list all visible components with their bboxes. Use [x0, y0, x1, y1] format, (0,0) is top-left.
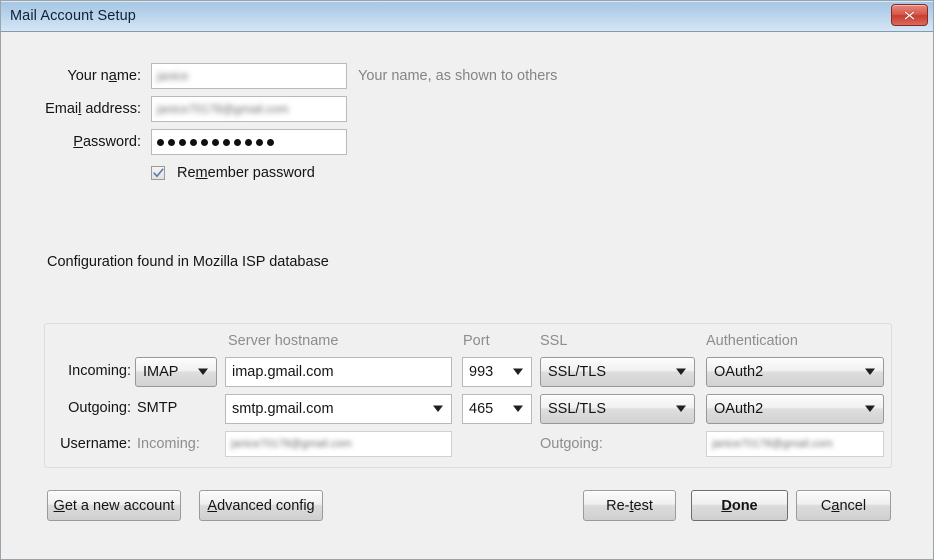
dialog-body: Your name: janice Your name, as shown to… [1, 32, 933, 559]
incoming-port-input[interactable]: 993 [462, 357, 532, 387]
mail-account-setup-dialog: Mail Account Setup Your name: janice You… [0, 0, 934, 560]
password-dot [256, 138, 263, 146]
chevron-down-icon [513, 368, 523, 375]
password-label: Password: [73, 134, 141, 150]
column-header-port: Port [463, 333, 490, 349]
password-dot [267, 138, 274, 146]
chevron-down-icon [198, 368, 208, 375]
password-dot [179, 138, 186, 146]
username-row-label: Username: [60, 436, 131, 452]
incoming-protocol-select[interactable]: IMAP [135, 357, 217, 387]
email-label: Email address: [45, 101, 141, 117]
outgoing-hostname-value: smtp.gmail.com [232, 401, 334, 417]
name-row: Your name: janice Your name, as shown to… [1, 62, 933, 90]
email-input-value: janice70178@gmail.com [157, 102, 289, 116]
credentials-form: Your name: janice Your name, as shown to… [1, 62, 933, 181]
incoming-auth-value: OAuth2 [714, 364, 764, 380]
remember-password-row: Remember password [151, 165, 933, 181]
incoming-auth-select[interactable]: OAuth2 [706, 357, 884, 387]
name-input-value: janice [157, 69, 189, 83]
incoming-hostname-input[interactable] [225, 357, 452, 387]
username-incoming-input[interactable]: janice70178@gmail.com [225, 431, 452, 457]
done-button[interactable]: Done [691, 490, 788, 521]
outgoing-ssl-select[interactable]: SSL/TLS [540, 394, 695, 424]
outgoing-auth-value: OAuth2 [714, 401, 764, 417]
cancel-button[interactable]: Ca ncel [796, 490, 891, 521]
username-incoming-value: janice70178@gmail.com [231, 438, 352, 450]
incoming-row-label: Incoming: [68, 363, 131, 379]
outgoing-port-value: 465 [469, 401, 494, 417]
chevron-down-icon [676, 405, 686, 412]
title-bar: Mail Account Setup [1, 1, 933, 32]
username-outgoing-input[interactable]: janice70178@gmail.com [706, 431, 884, 457]
re-test-button[interactable]: Re-t est [583, 490, 676, 521]
advanced-config-button[interactable]: Advanced config [199, 490, 323, 521]
chevron-down-icon [676, 368, 686, 375]
close-x-glyph [904, 10, 915, 20]
incoming-ssl-select[interactable]: SSL/TLS [540, 357, 695, 387]
outgoing-auth-select[interactable]: OAuth2 [706, 394, 884, 424]
outgoing-port-input[interactable]: 465 [462, 394, 532, 424]
column-header-auth: Authentication [706, 333, 798, 349]
column-header-ssl: SSL [540, 333, 568, 349]
name-input[interactable]: janice [151, 63, 347, 89]
outgoing-hostname-input[interactable]: smtp.gmail.com [225, 394, 452, 424]
password-row: Password: [1, 128, 933, 156]
password-dot [201, 138, 208, 146]
chevron-down-icon [865, 405, 875, 412]
incoming-protocol-value: IMAP [143, 364, 179, 380]
chevron-down-icon [865, 368, 875, 375]
outgoing-protocol-label: SMTP [137, 400, 178, 416]
remember-password-checkbox[interactable] [151, 166, 165, 180]
checkmark-icon [153, 168, 164, 178]
chevron-down-icon [433, 405, 443, 412]
name-hint: Your name, as shown to others [358, 68, 558, 84]
name-label: Your name: [67, 68, 141, 84]
password-input[interactable] [151, 129, 347, 155]
username-incoming-label: Incoming: [137, 436, 200, 452]
incoming-port-value: 993 [469, 364, 494, 380]
password-dot [234, 138, 241, 146]
incoming-ssl-value: SSL/TLS [548, 364, 607, 380]
incoming-hostname-field[interactable] [226, 358, 451, 386]
password-dot [157, 138, 164, 146]
username-outgoing-label: Outgoing: [540, 436, 603, 452]
outgoing-row-label: Outgoing: [68, 400, 131, 416]
titlebar-highlight [1, 1, 933, 2]
chevron-down-icon [513, 405, 523, 412]
password-dot [223, 138, 230, 146]
server-settings-panel: Server hostname Port SSL Authentication … [44, 323, 892, 468]
column-header-hostname: Server hostname [228, 333, 339, 349]
close-icon[interactable] [891, 4, 928, 26]
window-title: Mail Account Setup [10, 8, 136, 24]
email-input[interactable]: janice70178@gmail.com [151, 96, 347, 122]
outgoing-ssl-value: SSL/TLS [548, 401, 607, 417]
password-dot [245, 138, 252, 146]
password-dot [190, 138, 197, 146]
email-row: Email address: janice70178@gmail.com [1, 95, 933, 123]
configuration-status-text: Configuration found in Mozilla ISP datab… [47, 254, 329, 270]
get-a-new-account-button[interactable]: Get a new account [47, 490, 181, 521]
username-outgoing-value: janice70178@gmail.com [712, 438, 833, 450]
password-dot [168, 138, 175, 146]
password-dot [212, 138, 219, 146]
remember-password-label: Remember password [177, 165, 315, 181]
